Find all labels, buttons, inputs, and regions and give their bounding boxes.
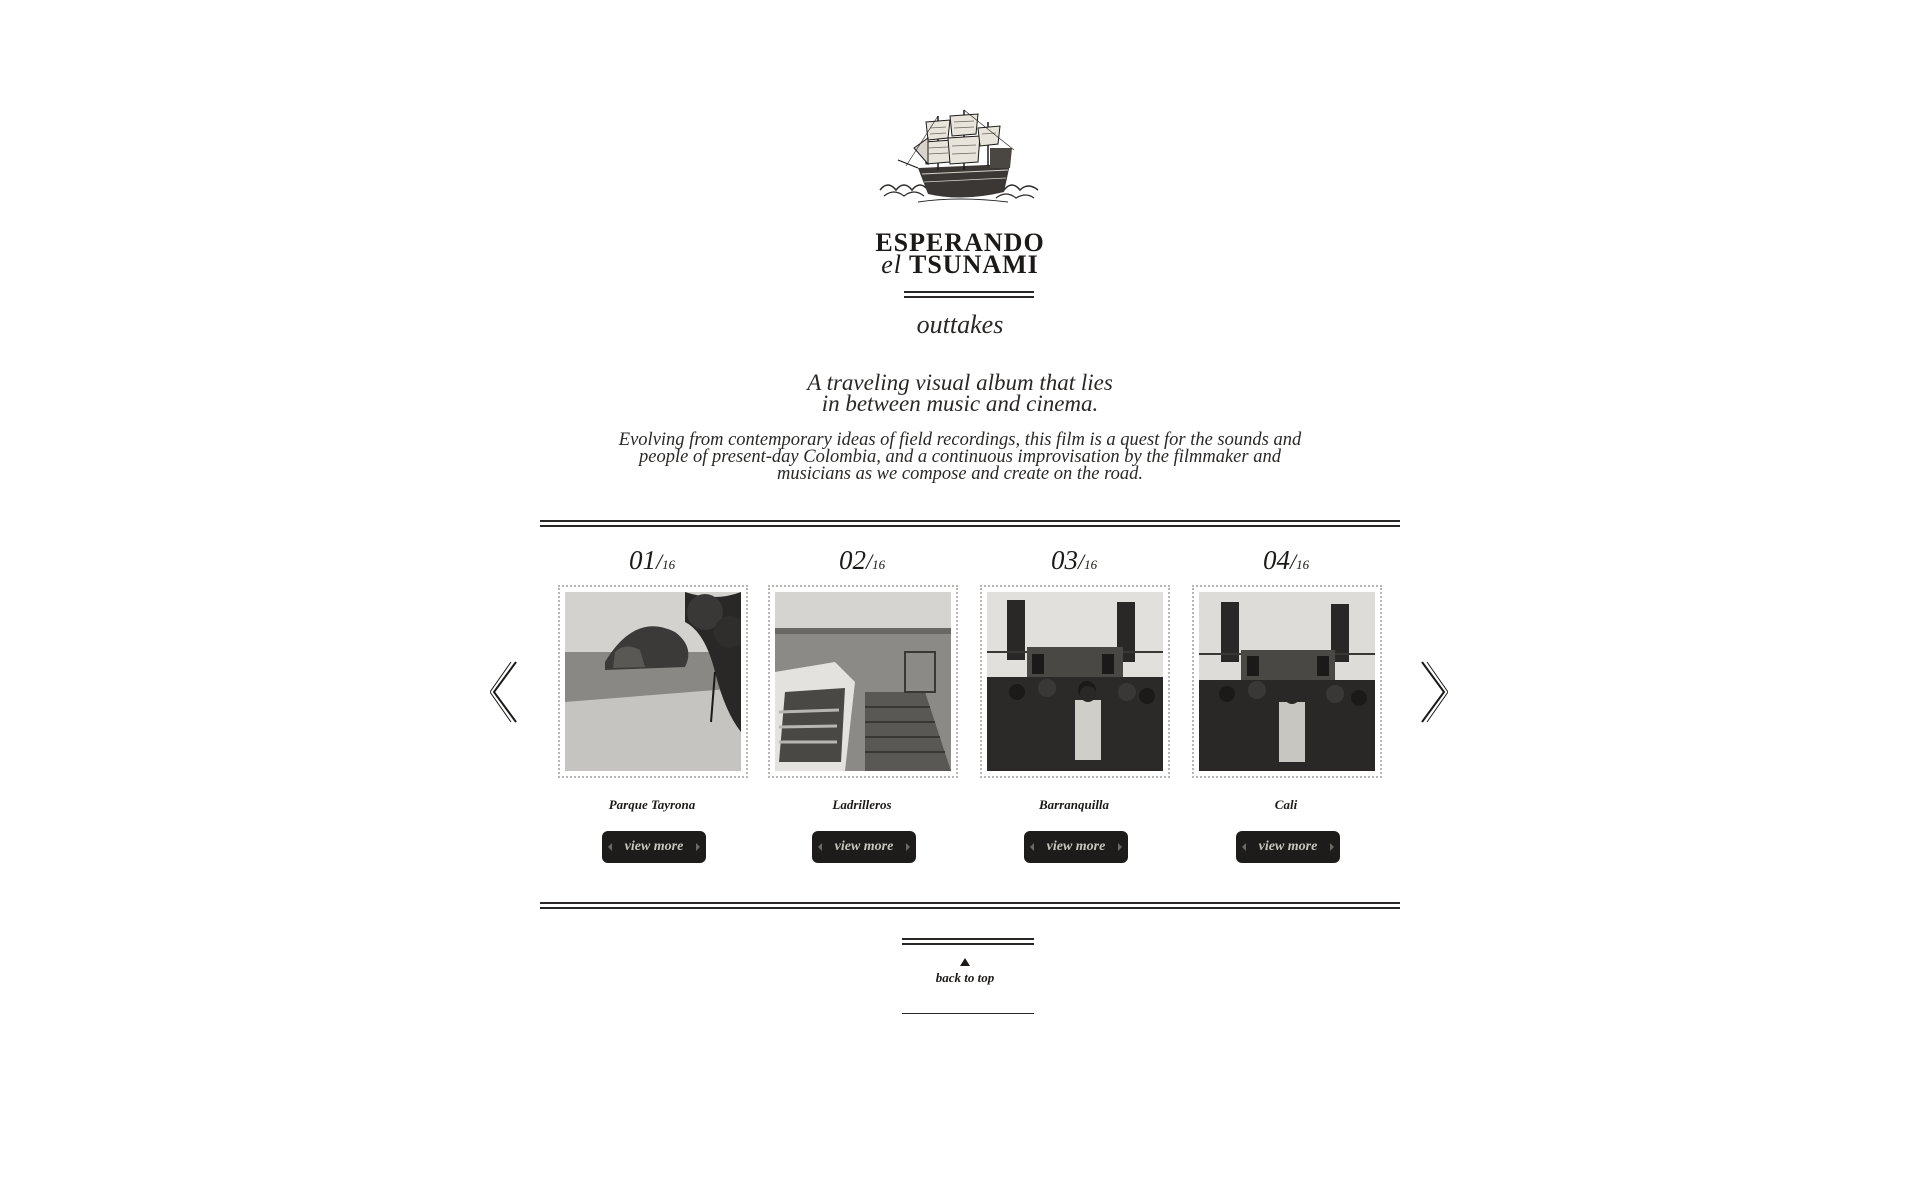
item-counter: 02/16 [838,545,886,575]
item-counter: 04/16 [1262,545,1310,575]
tagline-line2: in between music and cinema. [821,391,1099,416]
footer-divider-top-b [902,943,1034,945]
place-name: Parque Tayrona [608,797,696,812]
gallery-item: 02/16 Ladrilleros view more [762,545,962,863]
concert-crowd-photo[interactable] [1199,592,1375,771]
gallery-divider-top-a [540,520,1400,522]
arrow-right-icon [906,843,910,851]
back-to-top-label: back to top [935,970,995,985]
place-name: Barranquilla [1038,797,1110,812]
gallery-divider-bottom-a [540,902,1400,904]
arrow-right-icon [696,843,700,851]
site-title-line2: el TSUNAMI [860,252,1060,278]
item-counter: 03/16 [1050,545,1098,575]
triangle-up-icon [960,958,970,966]
view-more-button[interactable]: view more [1236,831,1340,863]
title-divider-top [904,291,1034,293]
tagline-line1: A traveling visual album that lies [807,370,1113,395]
footer-divider-top-a [902,938,1034,940]
arrow-right-icon [1118,843,1122,851]
arrow-left-icon [1030,843,1034,851]
site-title-el: el [881,250,902,279]
subtitle: outtakes [916,310,1004,339]
concert-crowd-photo[interactable] [987,592,1163,771]
ship-icon [878,108,1044,208]
view-more-button[interactable]: view more [812,831,916,863]
description-line3: musicians as we compose and create on th… [776,464,1143,484]
beach-photo[interactable] [565,592,741,771]
arrow-left-icon [608,843,612,851]
photo-frame[interactable] [1192,585,1382,778]
gallery-divider-top-b [540,525,1400,527]
footer-divider-bottom [902,1013,1034,1014]
photo-frame[interactable] [558,585,748,778]
back-to-top-link[interactable]: back to top [900,950,1030,1010]
view-more-button[interactable]: view more [602,831,706,863]
place-name: Ladrilleros [832,797,892,812]
site-title-tsunami: TSUNAMI [909,250,1039,279]
boat-dock-photo[interactable] [775,592,951,771]
arrow-left-icon [1242,843,1246,851]
photo-frame[interactable] [980,585,1170,778]
chevron-left-icon[interactable] [489,660,520,724]
gallery-item: 03/16 Barranquilla view more [974,545,1174,863]
item-counter: 01/16 [628,545,676,575]
view-more-button[interactable]: view more [1024,831,1128,863]
photo-frame[interactable] [768,585,958,778]
gallery-item: 04/16 Cali view more [1186,545,1386,863]
arrow-right-icon [1330,843,1334,851]
title-divider-bottom [904,296,1034,298]
arrow-left-icon [818,843,822,851]
chevron-right-icon[interactable] [1418,660,1449,724]
gallery-item: 01/16 Parque Tayrona view more [552,545,752,863]
gallery-divider-bottom-b [540,907,1400,909]
place-name: Cali [1274,797,1298,812]
